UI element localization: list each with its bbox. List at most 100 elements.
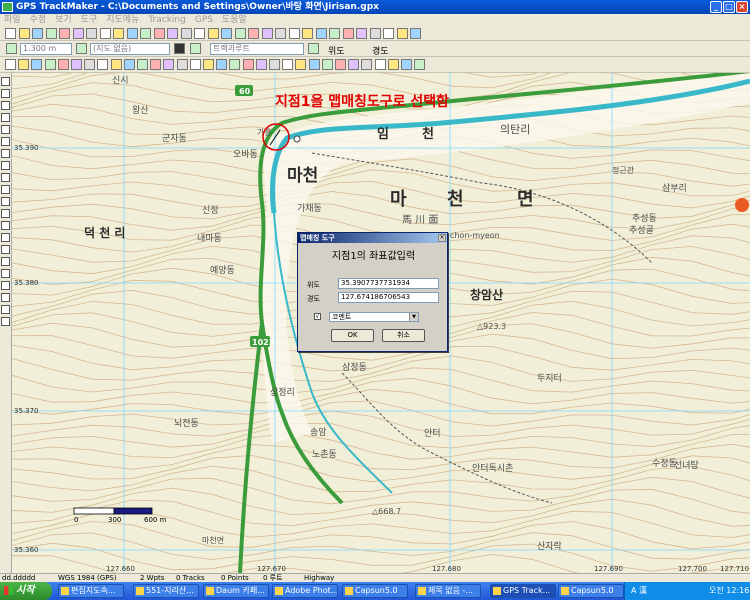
menu-item[interactable]: 파일	[4, 15, 21, 25]
toolbar-button[interactable]	[46, 28, 57, 39]
comment-select[interactable]: 코멘트 ▼	[329, 312, 419, 322]
toolbar-button[interactable]	[335, 59, 346, 70]
taskbar-button[interactable]: 제목 없음 -...	[415, 584, 481, 598]
left-tool-button[interactable]	[1, 113, 10, 122]
longitude-input[interactable]: 127.674186706543	[338, 292, 439, 303]
toolbar-button[interactable]	[124, 59, 135, 70]
left-tool-button[interactable]	[1, 269, 10, 278]
left-tool-button[interactable]	[1, 257, 10, 266]
expand-arrow-icon[interactable]	[6, 43, 17, 54]
toolbar-button[interactable]	[190, 59, 201, 70]
left-tool-button[interactable]	[1, 293, 10, 302]
toolbar-button[interactable]	[289, 28, 300, 39]
toolbar-button[interactable]	[370, 28, 381, 39]
toolbar-button[interactable]	[32, 28, 43, 39]
taskbar-button[interactable]: 551-지리산...	[133, 584, 199, 598]
toolbar-button[interactable]	[262, 28, 273, 39]
left-tool-button[interactable]	[1, 281, 10, 290]
left-tool-button[interactable]	[1, 161, 10, 170]
left-tool-button[interactable]	[1, 317, 10, 326]
toolbar-button[interactable]	[31, 59, 42, 70]
toolbar-button[interactable]	[111, 59, 122, 70]
toolbar-button[interactable]	[140, 28, 151, 39]
toolbar-button[interactable]	[58, 59, 69, 70]
toolbar-button[interactable]	[216, 59, 227, 70]
toolbar-button[interactable]	[414, 59, 425, 70]
left-tool-button[interactable]	[1, 221, 10, 230]
toolbar-button[interactable]	[177, 59, 188, 70]
left-tool-button[interactable]	[1, 197, 10, 206]
left-tool-button[interactable]	[1, 137, 10, 146]
track-select[interactable]: 트랙과루트	[210, 43, 304, 55]
menu-item[interactable]: 지도메뉴	[106, 15, 139, 25]
toolbar-button[interactable]	[208, 28, 219, 39]
toolbar-button[interactable]	[329, 28, 340, 39]
toolbar-button[interactable]	[356, 28, 367, 39]
toolbar-button[interactable]	[137, 59, 148, 70]
toolbar-button[interactable]	[84, 59, 95, 70]
left-tool-button[interactable]	[1, 209, 10, 218]
taskbar-button[interactable]: Capsun5.0	[342, 584, 408, 598]
taskbar-button[interactable]: Daum 카페...	[203, 584, 269, 598]
toolbar-button[interactable]	[383, 28, 394, 39]
left-tool-button[interactable]	[1, 185, 10, 194]
toolbar-button[interactable]	[18, 59, 29, 70]
toolbar-button[interactable]	[309, 59, 320, 70]
left-tool-button[interactable]	[1, 77, 10, 86]
toolbar-button[interactable]	[181, 28, 192, 39]
dialog-close-button[interactable]: ×	[438, 234, 446, 242]
taskbar-button[interactable]: GPS Track...	[490, 584, 556, 598]
toolbar-button[interactable]	[256, 59, 267, 70]
maximize-button[interactable]: □	[723, 1, 735, 13]
expand-arrow-icon[interactable]	[190, 43, 201, 54]
toolbar-button[interactable]	[375, 59, 386, 70]
left-tool-button[interactable]	[1, 101, 10, 110]
expand-arrow-icon[interactable]	[308, 43, 319, 54]
toolbar-button[interactable]	[221, 28, 232, 39]
toolbar-button[interactable]	[275, 28, 286, 39]
toolbar-button[interactable]	[167, 28, 178, 39]
toolbar-button[interactable]	[5, 59, 16, 70]
toolbar-button[interactable]	[194, 28, 205, 39]
close-button[interactable]: ×	[736, 1, 748, 13]
taskbar-button[interactable]: Adobe Phot...	[272, 584, 338, 598]
menu-item[interactable]: 수정	[30, 15, 47, 25]
toolbar-button[interactable]	[322, 59, 333, 70]
toolbar-button[interactable]	[316, 28, 327, 39]
left-tool-button[interactable]	[1, 245, 10, 254]
record-icon[interactable]	[174, 43, 185, 54]
toolbar-button[interactable]	[397, 28, 408, 39]
toolbar-button[interactable]	[203, 59, 214, 70]
toolbar-button[interactable]	[45, 59, 56, 70]
toolbar-button[interactable]	[269, 59, 280, 70]
toolbar-button[interactable]	[282, 59, 293, 70]
ime-indicator[interactable]: A 漢	[631, 582, 647, 600]
toolbar-button[interactable]	[59, 28, 70, 39]
toolbar-button[interactable]	[154, 28, 165, 39]
toolbar-button[interactable]	[295, 59, 306, 70]
taskbar-button[interactable]: Capsun5.0	[558, 584, 624, 598]
toolbar-button[interactable]	[235, 28, 246, 39]
left-tool-button[interactable]	[1, 305, 10, 314]
comment-checkbox[interactable]: √	[314, 313, 321, 320]
left-tool-button[interactable]	[1, 149, 10, 158]
latitude-input[interactable]: 35.3907737731934	[338, 278, 439, 289]
menu-item[interactable]: 도구	[81, 15, 98, 25]
toolbar-button[interactable]	[5, 28, 16, 39]
toolbar-button[interactable]	[410, 28, 421, 39]
toolbar-button[interactable]	[19, 28, 30, 39]
toolbar-button[interactable]	[71, 59, 82, 70]
menu-item[interactable]: 보기	[55, 15, 72, 25]
left-tool-button[interactable]	[1, 125, 10, 134]
toolbar-button[interactable]	[243, 59, 254, 70]
menu-item[interactable]: Tracking	[148, 15, 185, 25]
toolbar-button[interactable]	[302, 28, 313, 39]
toolbar-button[interactable]	[248, 28, 259, 39]
taskbar-button[interactable]: 편집지도속...	[58, 584, 124, 598]
left-tool-button[interactable]	[1, 233, 10, 242]
toolbar-button[interactable]	[86, 28, 97, 39]
toolbar-button[interactable]	[401, 59, 412, 70]
toolbar-button[interactable]	[100, 28, 111, 39]
toolbar-button[interactable]	[97, 59, 108, 70]
toolbar-button[interactable]	[388, 59, 399, 70]
